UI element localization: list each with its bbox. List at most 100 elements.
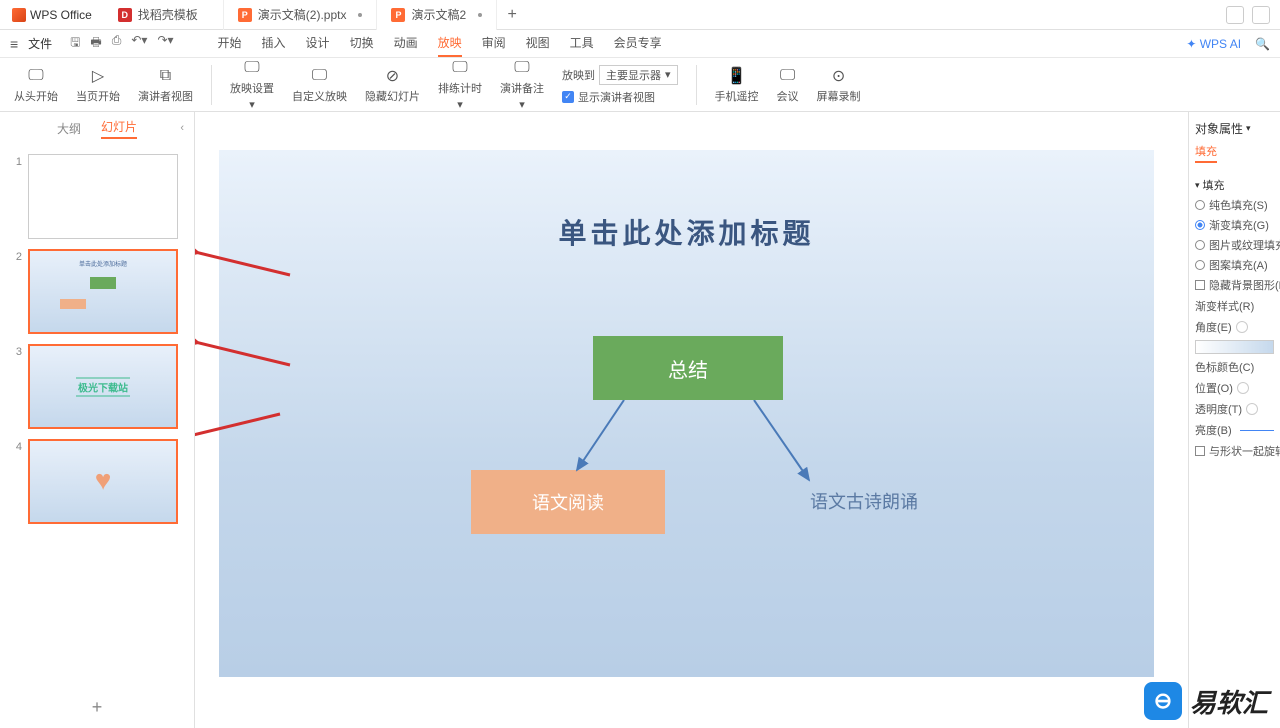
file-menu[interactable]: 文件: [28, 35, 52, 52]
save-icon[interactable]: 🖫: [70, 33, 80, 54]
print-icon[interactable]: 🖶: [90, 33, 101, 54]
tab-animation[interactable]: 动画: [394, 30, 418, 57]
settings-button[interactable]: 🖵放映设置 ▾: [230, 58, 274, 111]
search-icon[interactable]: 🔍: [1255, 37, 1270, 51]
tab-review[interactable]: 审阅: [482, 30, 506, 57]
tab-doc2[interactable]: P 演示文稿2: [377, 0, 497, 30]
menu-right: ✦ WPS AI 🔍: [1186, 37, 1270, 51]
tab-label: 演示文稿2: [411, 6, 466, 23]
app-brand: WPS Office: [0, 8, 104, 22]
hamburger-icon[interactable]: ≡: [10, 36, 18, 52]
picture-fill-radio[interactable]: 图片或纹理填充: [1195, 237, 1274, 253]
brightness-field[interactable]: 亮度(B): [1195, 422, 1274, 438]
record-button[interactable]: ⊙屏幕录制: [817, 66, 861, 104]
tab-label: 找稻壳模板: [138, 6, 198, 23]
undo-icon[interactable]: ↶▾: [131, 33, 147, 54]
tab-tools[interactable]: 工具: [570, 30, 594, 57]
custom-show-button[interactable]: 🖵自定义放映: [292, 66, 347, 104]
add-slide-button[interactable]: +: [0, 687, 194, 728]
tab-insert[interactable]: 插入: [262, 30, 286, 57]
record-icon: ⊙: [829, 66, 849, 86]
tab-view[interactable]: 视图: [526, 30, 550, 57]
angle-field[interactable]: 角度(E): [1195, 319, 1274, 335]
stop-color-field[interactable]: 色标颜色(C): [1195, 359, 1274, 375]
properties-panel: 对象属性 ▾ 填充 ▾ 填充 纯色填充(S) 渐变填充(G) 图片或纹理填充 图…: [1188, 112, 1280, 728]
slide-thumbnail-2[interactable]: 单击此处添加标题: [28, 249, 178, 334]
play-icon: ▷: [88, 66, 108, 86]
tab-templates[interactable]: D 找稻壳模板: [104, 0, 224, 30]
props-title: 对象属性 ▾: [1195, 120, 1274, 137]
outline-tab[interactable]: 大纲: [57, 120, 81, 137]
ribbon: 🖵从头开始 ▷当页开始 ⧉演讲者视图 🖵放映设置 ▾ 🖵自定义放映 ⊘隐藏幻灯片…: [0, 58, 1280, 112]
display-dropdown[interactable]: 主要显示器▾: [599, 65, 678, 85]
presenter-icon: ⧉: [156, 66, 176, 86]
slide-thumbnail-1[interactable]: [28, 154, 178, 239]
modified-dot-icon: [478, 13, 482, 17]
slide-thumbnail-3[interactable]: 极光下载站: [28, 344, 178, 429]
hide-bg-checkbox[interactable]: 隐藏背景图形(H): [1195, 277, 1274, 293]
tab-design[interactable]: 设计: [306, 30, 330, 57]
canvas-area: 单击此处添加标题 总结 语文阅读 语文古诗朗诵: [195, 112, 1188, 728]
pattern-fill-radio[interactable]: 图案填充(A): [1195, 257, 1274, 273]
shape-summary-box[interactable]: 总结: [593, 336, 783, 400]
hide-slide-button[interactable]: ⊘隐藏幻灯片: [365, 66, 420, 104]
gradient-stops-bar[interactable]: [1195, 340, 1274, 354]
window-min-icon[interactable]: [1226, 6, 1244, 24]
gradient-fill-radio[interactable]: 渐变填充(G): [1195, 217, 1274, 233]
shape-reading-box[interactable]: 语文阅读: [471, 470, 665, 534]
preview-icon[interactable]: ⎙: [112, 33, 122, 54]
wps-ai-button[interactable]: ✦ WPS AI: [1186, 37, 1241, 51]
position-field[interactable]: 位置(O): [1195, 380, 1274, 396]
gear-monitor-icon: 🖵: [242, 58, 262, 78]
brand-text: WPS Office: [30, 8, 92, 22]
meeting-icon: 🖵: [778, 66, 798, 86]
slide-canvas[interactable]: 单击此处添加标题 总结 语文阅读 语文古诗朗诵: [219, 150, 1154, 677]
slide-title-placeholder[interactable]: 单击此处添加标题: [219, 212, 1154, 252]
gradient-style-field[interactable]: 渐变样式(R): [1195, 298, 1274, 314]
menu-tabs: 开始 插入 设计 切换 动画 放映 审阅 视图 工具 会员专享: [218, 30, 662, 57]
notes-button[interactable]: 🖵演讲备注 ▾: [500, 58, 544, 111]
slide-thumbnail-4[interactable]: ♥: [28, 439, 178, 524]
phone-remote-button[interactable]: 📱手机遥控: [715, 66, 759, 104]
chevron-down-icon[interactable]: ▾: [1246, 123, 1251, 134]
show-presenter-checkbox[interactable]: ✓ 显示演讲者视图: [562, 89, 678, 105]
tab-slideshow[interactable]: 放映: [438, 30, 462, 57]
timer-icon: 🖵: [450, 58, 470, 78]
play-to-field: 放映到 主要显示器▾: [562, 65, 678, 85]
collapse-panel-icon[interactable]: ‹: [180, 122, 184, 134]
separator: [696, 65, 697, 105]
monitor-icon: 🖵: [310, 66, 330, 86]
solid-fill-radio[interactable]: 纯色填充(S): [1195, 197, 1274, 213]
ppt-icon: P: [238, 8, 252, 22]
window-max-icon[interactable]: [1252, 6, 1270, 24]
tab-start[interactable]: 开始: [218, 30, 242, 57]
add-tab-button[interactable]: +: [497, 6, 526, 24]
fill-section-header[interactable]: ▾ 填充: [1195, 177, 1274, 193]
slide-number: 2: [8, 249, 22, 334]
quick-access-toolbar: 🖫 🖶 ⎙ ↶▾ ↷▾: [70, 33, 173, 54]
watermark: ⊖ 易软汇: [1144, 682, 1268, 720]
tab-transition[interactable]: 切换: [350, 30, 374, 57]
template-icon: D: [118, 8, 132, 22]
transparency-field[interactable]: 透明度(T): [1195, 401, 1274, 417]
window-controls: [1216, 6, 1280, 24]
tab-member[interactable]: 会员专享: [614, 30, 662, 57]
panel-tabs: 大纲 幻灯片 ‹: [0, 112, 194, 144]
phone-icon: 📱: [727, 66, 747, 86]
hide-icon: ⊘: [383, 66, 403, 86]
connector-arrow-left: [569, 400, 629, 480]
meeting-button[interactable]: 🖵会议: [777, 66, 799, 104]
fill-tab[interactable]: 填充: [1195, 143, 1217, 163]
slides-tab[interactable]: 幻灯片: [101, 118, 137, 139]
shape-poetry-text[interactable]: 语文古诗朗诵: [749, 488, 979, 514]
rehearse-button[interactable]: 🖵排练计时 ▾: [438, 58, 482, 111]
from-current-button[interactable]: ▷当页开始: [76, 66, 120, 104]
slide-number: 4: [8, 439, 22, 524]
watermark-text: 易软汇: [1190, 683, 1268, 720]
thumbnail-list: 1 2 单击此处添加标题 3 极光下载站 4 ♥: [0, 144, 194, 687]
redo-icon[interactable]: ↷▾: [157, 33, 173, 54]
from-start-button[interactable]: 🖵从头开始: [14, 66, 58, 104]
rotate-with-checkbox[interactable]: 与形状一起旋转: [1195, 443, 1274, 459]
tab-doc1[interactable]: P 演示文稿(2).pptx: [224, 0, 378, 30]
presenter-view-button[interactable]: ⧉演讲者视图: [138, 66, 193, 104]
